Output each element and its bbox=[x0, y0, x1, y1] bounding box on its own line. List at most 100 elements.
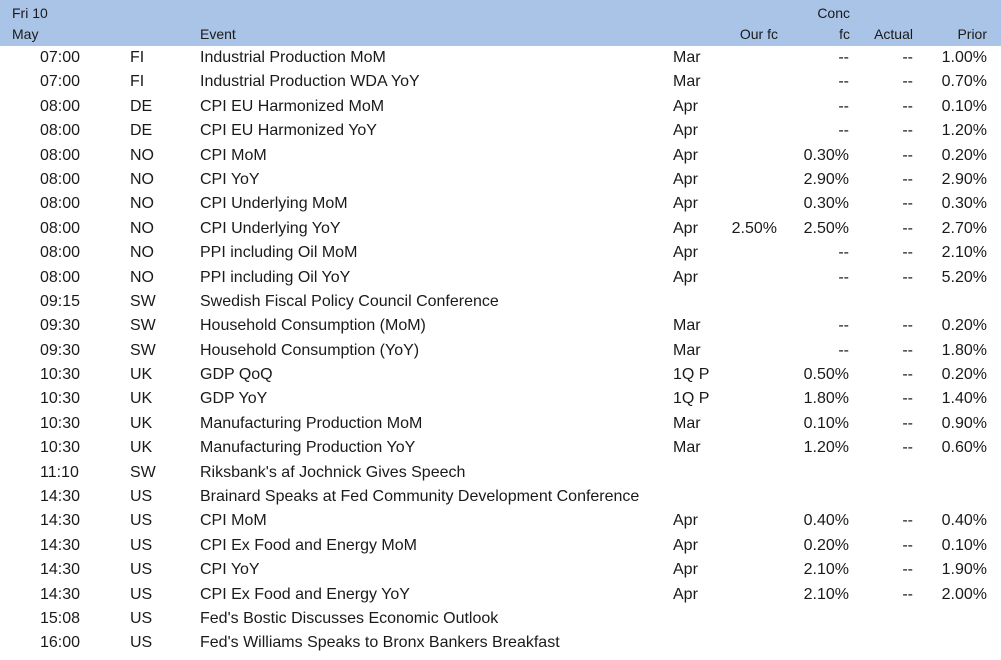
country-cell: UK bbox=[130, 366, 153, 384]
table-header: Fri 10 May Event Our fc Conc fc Actual P… bbox=[0, 0, 1001, 46]
actual-cell: -- bbox=[902, 73, 913, 91]
time-cell: 10:30 bbox=[40, 366, 81, 384]
conc-fc-cell: -- bbox=[838, 122, 849, 140]
period-cell: Mar bbox=[673, 73, 701, 91]
country-cell: SW bbox=[130, 292, 156, 310]
period-cell: Apr bbox=[673, 122, 698, 140]
time-cell: 14:30 bbox=[40, 488, 81, 506]
actual-cell: -- bbox=[902, 170, 913, 188]
table-row: 14:30 US CPI Ex Food and Energy YoY Apr 2.10… bbox=[0, 583, 1001, 607]
time-cell: 14:30 bbox=[40, 536, 81, 554]
country-cell: NO bbox=[130, 268, 154, 286]
actual-cell: -- bbox=[902, 317, 913, 335]
country-cell: SW bbox=[130, 463, 156, 481]
period-cell: Apr bbox=[673, 268, 698, 286]
country-cell: US bbox=[130, 585, 153, 603]
table-row: 08:00 NO CPI Underlying YoY Apr 2.50% 2.50% --… bbox=[0, 217, 1001, 241]
event-cell: CPI YoY bbox=[200, 561, 260, 579]
prior-cell: 0.90% bbox=[941, 414, 987, 432]
table-row: 07:00 FI Industrial Production WDA YoY Mar -… bbox=[0, 70, 1001, 94]
header-date-day: Fri 10 bbox=[12, 5, 48, 21]
time-cell: 08:00 bbox=[40, 170, 81, 188]
table-row: 10:30 UK GDP QoQ 1Q P 0.50% -- 0.20% bbox=[0, 363, 1001, 387]
conc-fc-cell: 1.80% bbox=[803, 390, 849, 408]
table-row: 08:00 DE CPI EU Harmonized YoY Apr -- -- 1.20% bbox=[0, 119, 1001, 143]
period-cell: Mar bbox=[673, 414, 701, 432]
country-cell: US bbox=[130, 561, 153, 579]
period-cell: Apr bbox=[673, 97, 698, 115]
event-cell: Manufacturing Production YoY bbox=[200, 439, 416, 457]
event-cell: Fed's Williams Speaks to Bronx Bankers B… bbox=[200, 634, 560, 652]
country-cell: US bbox=[130, 488, 153, 506]
table-row: 09:15 SW Swedish Fiscal Policy Council Con… bbox=[0, 290, 1001, 314]
prior-cell: 2.90% bbox=[941, 170, 987, 188]
conc-fc-cell: -- bbox=[838, 268, 849, 286]
time-cell: 07:00 bbox=[40, 73, 81, 91]
conc-fc-cell: 1.20% bbox=[803, 439, 849, 457]
country-cell: FI bbox=[130, 49, 145, 66]
actual-cell: -- bbox=[902, 390, 913, 408]
conc-fc-cell: 2.50% bbox=[803, 219, 849, 237]
event-cell: CPI EU Harmonized YoY bbox=[200, 122, 377, 140]
header-our-fc: Our fc bbox=[739, 26, 778, 42]
conc-fc-cell: -- bbox=[838, 97, 849, 115]
conc-fc-cell: -- bbox=[838, 73, 849, 91]
prior-cell: 1.90% bbox=[941, 561, 987, 579]
period-cell: 1Q P bbox=[673, 366, 710, 384]
period-cell: Mar bbox=[673, 341, 701, 359]
event-cell: CPI Underlying MoM bbox=[200, 195, 348, 213]
time-cell: 14:30 bbox=[40, 512, 81, 530]
table-row: 08:00 NO PPI including Oil YoY Apr -- -- 5.20% bbox=[0, 266, 1001, 290]
time-cell: 16:00 bbox=[40, 634, 81, 652]
prior-cell: 1.20% bbox=[941, 122, 987, 140]
header-actual: Actual bbox=[874, 26, 913, 42]
conc-fc-cell: 2.10% bbox=[803, 561, 849, 579]
actual-cell: -- bbox=[902, 244, 913, 262]
country-cell: UK bbox=[130, 390, 153, 408]
time-cell: 09:30 bbox=[40, 341, 81, 359]
period-cell: Apr bbox=[673, 512, 698, 530]
prior-cell: 0.60% bbox=[941, 439, 987, 457]
table-row: 08:00 NO CPI Underlying MoM Apr 0.30% -- 0.30% bbox=[0, 192, 1001, 216]
event-cell: Household Consumption (YoY) bbox=[200, 341, 420, 359]
conc-fc-cell: 2.90% bbox=[803, 170, 849, 188]
table-row: 09:30 SW Household Consumption (MoM) Mar -- -… bbox=[0, 314, 1001, 338]
conc-fc-cell: 0.30% bbox=[803, 195, 849, 213]
country-cell: DE bbox=[130, 97, 153, 115]
our-fc-cell: 2.50% bbox=[731, 219, 777, 237]
actual-cell: -- bbox=[902, 585, 913, 603]
conc-fc-cell: 0.20% bbox=[803, 536, 849, 554]
conc-fc-cell: -- bbox=[838, 244, 849, 262]
event-cell: CPI Ex Food and Energy MoM bbox=[200, 536, 417, 554]
prior-cell: 5.20% bbox=[941, 268, 987, 286]
table-row: 08:00 NO CPI YoY Apr 2.90% -- 2.90% bbox=[0, 168, 1001, 192]
time-cell: 08:00 bbox=[40, 219, 81, 237]
time-cell: 10:30 bbox=[40, 414, 81, 432]
time-cell: 10:30 bbox=[40, 439, 81, 457]
time-cell: 09:30 bbox=[40, 317, 81, 335]
event-cell: CPI MoM bbox=[200, 146, 267, 164]
table-row: 16:00 US Fed's Williams Speaks to Bronx Ba… bbox=[0, 631, 1001, 655]
time-cell: 14:30 bbox=[40, 561, 81, 579]
table-row: 08:00 DE CPI EU Harmonized MoM Apr -- -- 0.10% bbox=[0, 95, 1001, 119]
time-cell: 11:10 bbox=[40, 463, 79, 481]
period-cell: Mar bbox=[673, 439, 701, 457]
table-row: 14:30 US CPI Ex Food and Energy MoM Apr 0.20… bbox=[0, 534, 1001, 558]
event-cell: PPI including Oil MoM bbox=[200, 244, 358, 262]
actual-cell: -- bbox=[902, 536, 913, 554]
table-row: 14:30 US Brainard Speaks at Fed Community … bbox=[0, 485, 1001, 509]
country-cell: US bbox=[130, 634, 153, 652]
country-cell: FI bbox=[130, 73, 145, 91]
table-row: 10:30 UK Manufacturing Production MoM Mar 0.… bbox=[0, 412, 1001, 436]
event-cell: CPI YoY bbox=[200, 170, 260, 188]
time-cell: 15:08 bbox=[40, 609, 81, 627]
time-cell: 08:00 bbox=[40, 122, 81, 140]
prior-cell: 0.40% bbox=[941, 512, 987, 530]
event-cell: GDP YoY bbox=[200, 390, 268, 408]
prior-cell: 2.70% bbox=[941, 219, 987, 237]
actual-cell: -- bbox=[902, 268, 913, 286]
country-cell: UK bbox=[130, 439, 153, 457]
conc-fc-cell: -- bbox=[838, 341, 849, 359]
time-cell: 08:00 bbox=[40, 244, 81, 262]
table-row: 14:30 US CPI YoY Apr 2.10% -- 1.90% bbox=[0, 558, 1001, 582]
